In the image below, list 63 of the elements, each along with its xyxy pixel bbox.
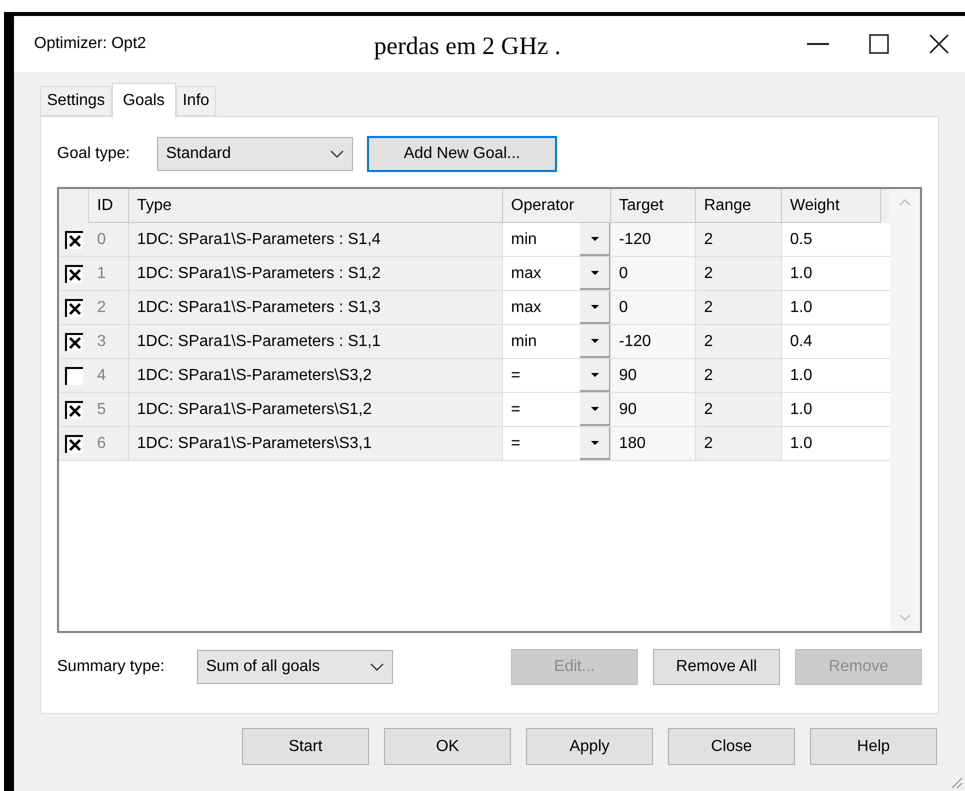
checkbox[interactable] — [65, 230, 83, 248]
dropdown-arrow-icon — [590, 270, 598, 274]
dialog-button[interactable]: Apply — [526, 728, 653, 765]
dropdown-arrow-icon — [590, 372, 598, 376]
table-cell: 3 — [89, 325, 129, 358]
table-cell: 0 — [611, 257, 696, 290]
table-cell: 1DC: SPara1\S-Parameters : S1,2 — [129, 257, 503, 290]
table-cell: 6 — [89, 427, 129, 460]
table-cell: 90 — [611, 359, 696, 392]
table-cell: 2 — [696, 393, 782, 426]
summary-type-dropdown[interactable]: Sum of all goals — [197, 650, 393, 684]
table-cell: 1DC: SPara1\S-Parameters : S1,4 — [129, 223, 503, 256]
table-cell: 2 — [696, 325, 782, 358]
table-cell: 5 — [89, 393, 129, 426]
table-cell: 1DC: SPara1\S-Parameters : S1,3 — [129, 291, 503, 324]
add-goal-button[interactable]: Add New Goal... — [367, 136, 557, 172]
table-cell: 180 — [611, 427, 696, 460]
table-cell: 0 — [89, 223, 129, 256]
checkbox[interactable] — [65, 400, 83, 418]
table-cell: 2 — [89, 291, 129, 324]
checkbox[interactable] — [65, 264, 83, 282]
action-button[interactable]: Remove All — [653, 649, 780, 685]
goal-type-dropdown[interactable]: Standard — [157, 137, 353, 171]
chevron-down-icon — [330, 150, 344, 158]
table-cell: -120 — [611, 223, 696, 256]
dropdown-arrow-icon — [590, 304, 598, 308]
window-title: Optimizer: Opt2 — [34, 34, 146, 54]
table-cell: 2 — [696, 359, 782, 392]
dropdown-arrow-icon — [590, 236, 598, 240]
checkbox[interactable] — [65, 332, 83, 350]
chevron-down-icon — [370, 663, 384, 671]
table-cell: 90 — [611, 393, 696, 426]
resize-grip-icon[interactable] — [949, 775, 963, 789]
checkbox[interactable] — [65, 366, 83, 384]
dialog-button[interactable]: OK — [384, 728, 511, 765]
close-icon[interactable] — [929, 34, 949, 54]
checkbox[interactable] — [65, 298, 83, 316]
table-cell: 4 — [89, 359, 129, 392]
table-cell: 2 — [696, 291, 782, 324]
dialog-button[interactable]: Help — [810, 728, 937, 765]
tab[interactable]: Settings — [40, 86, 112, 116]
table-cell: 2 — [696, 427, 782, 460]
table-cell: 1DC: SPara1\S-Parameters\S3,2 — [129, 359, 503, 392]
table-cell: 1DC: SPara1\S-Parameters\S1,2 — [129, 393, 503, 426]
dialog-button[interactable]: Close — [668, 728, 795, 765]
checkbox[interactable] — [65, 434, 83, 452]
table-cell: 1DC: SPara1\S-Parameters : S1,1 — [129, 325, 503, 358]
table-cell: 0 — [611, 291, 696, 324]
maximize-icon[interactable] — [869, 34, 889, 54]
summary-type-label: Summary type: — [57, 657, 166, 677]
tab[interactable]: Goals — [112, 83, 176, 117]
tab[interactable]: Info — [176, 86, 216, 116]
dialog-button[interactable]: Start — [242, 728, 369, 765]
dropdown-arrow-icon — [590, 440, 598, 444]
table-cell: -120 — [611, 325, 696, 358]
goal-type-label: Goal type: — [57, 144, 131, 164]
table-cell: 2 — [696, 257, 782, 290]
overlay-text: perdas em 2 GHz . — [374, 32, 561, 62]
table-cell: 1 — [89, 257, 129, 290]
dropdown-arrow-icon — [590, 338, 598, 342]
table-cell: 2 — [696, 223, 782, 256]
table-cell: 1DC: SPara1\S-Parameters\S3,1 — [129, 427, 503, 460]
dropdown-arrow-icon — [590, 406, 598, 410]
